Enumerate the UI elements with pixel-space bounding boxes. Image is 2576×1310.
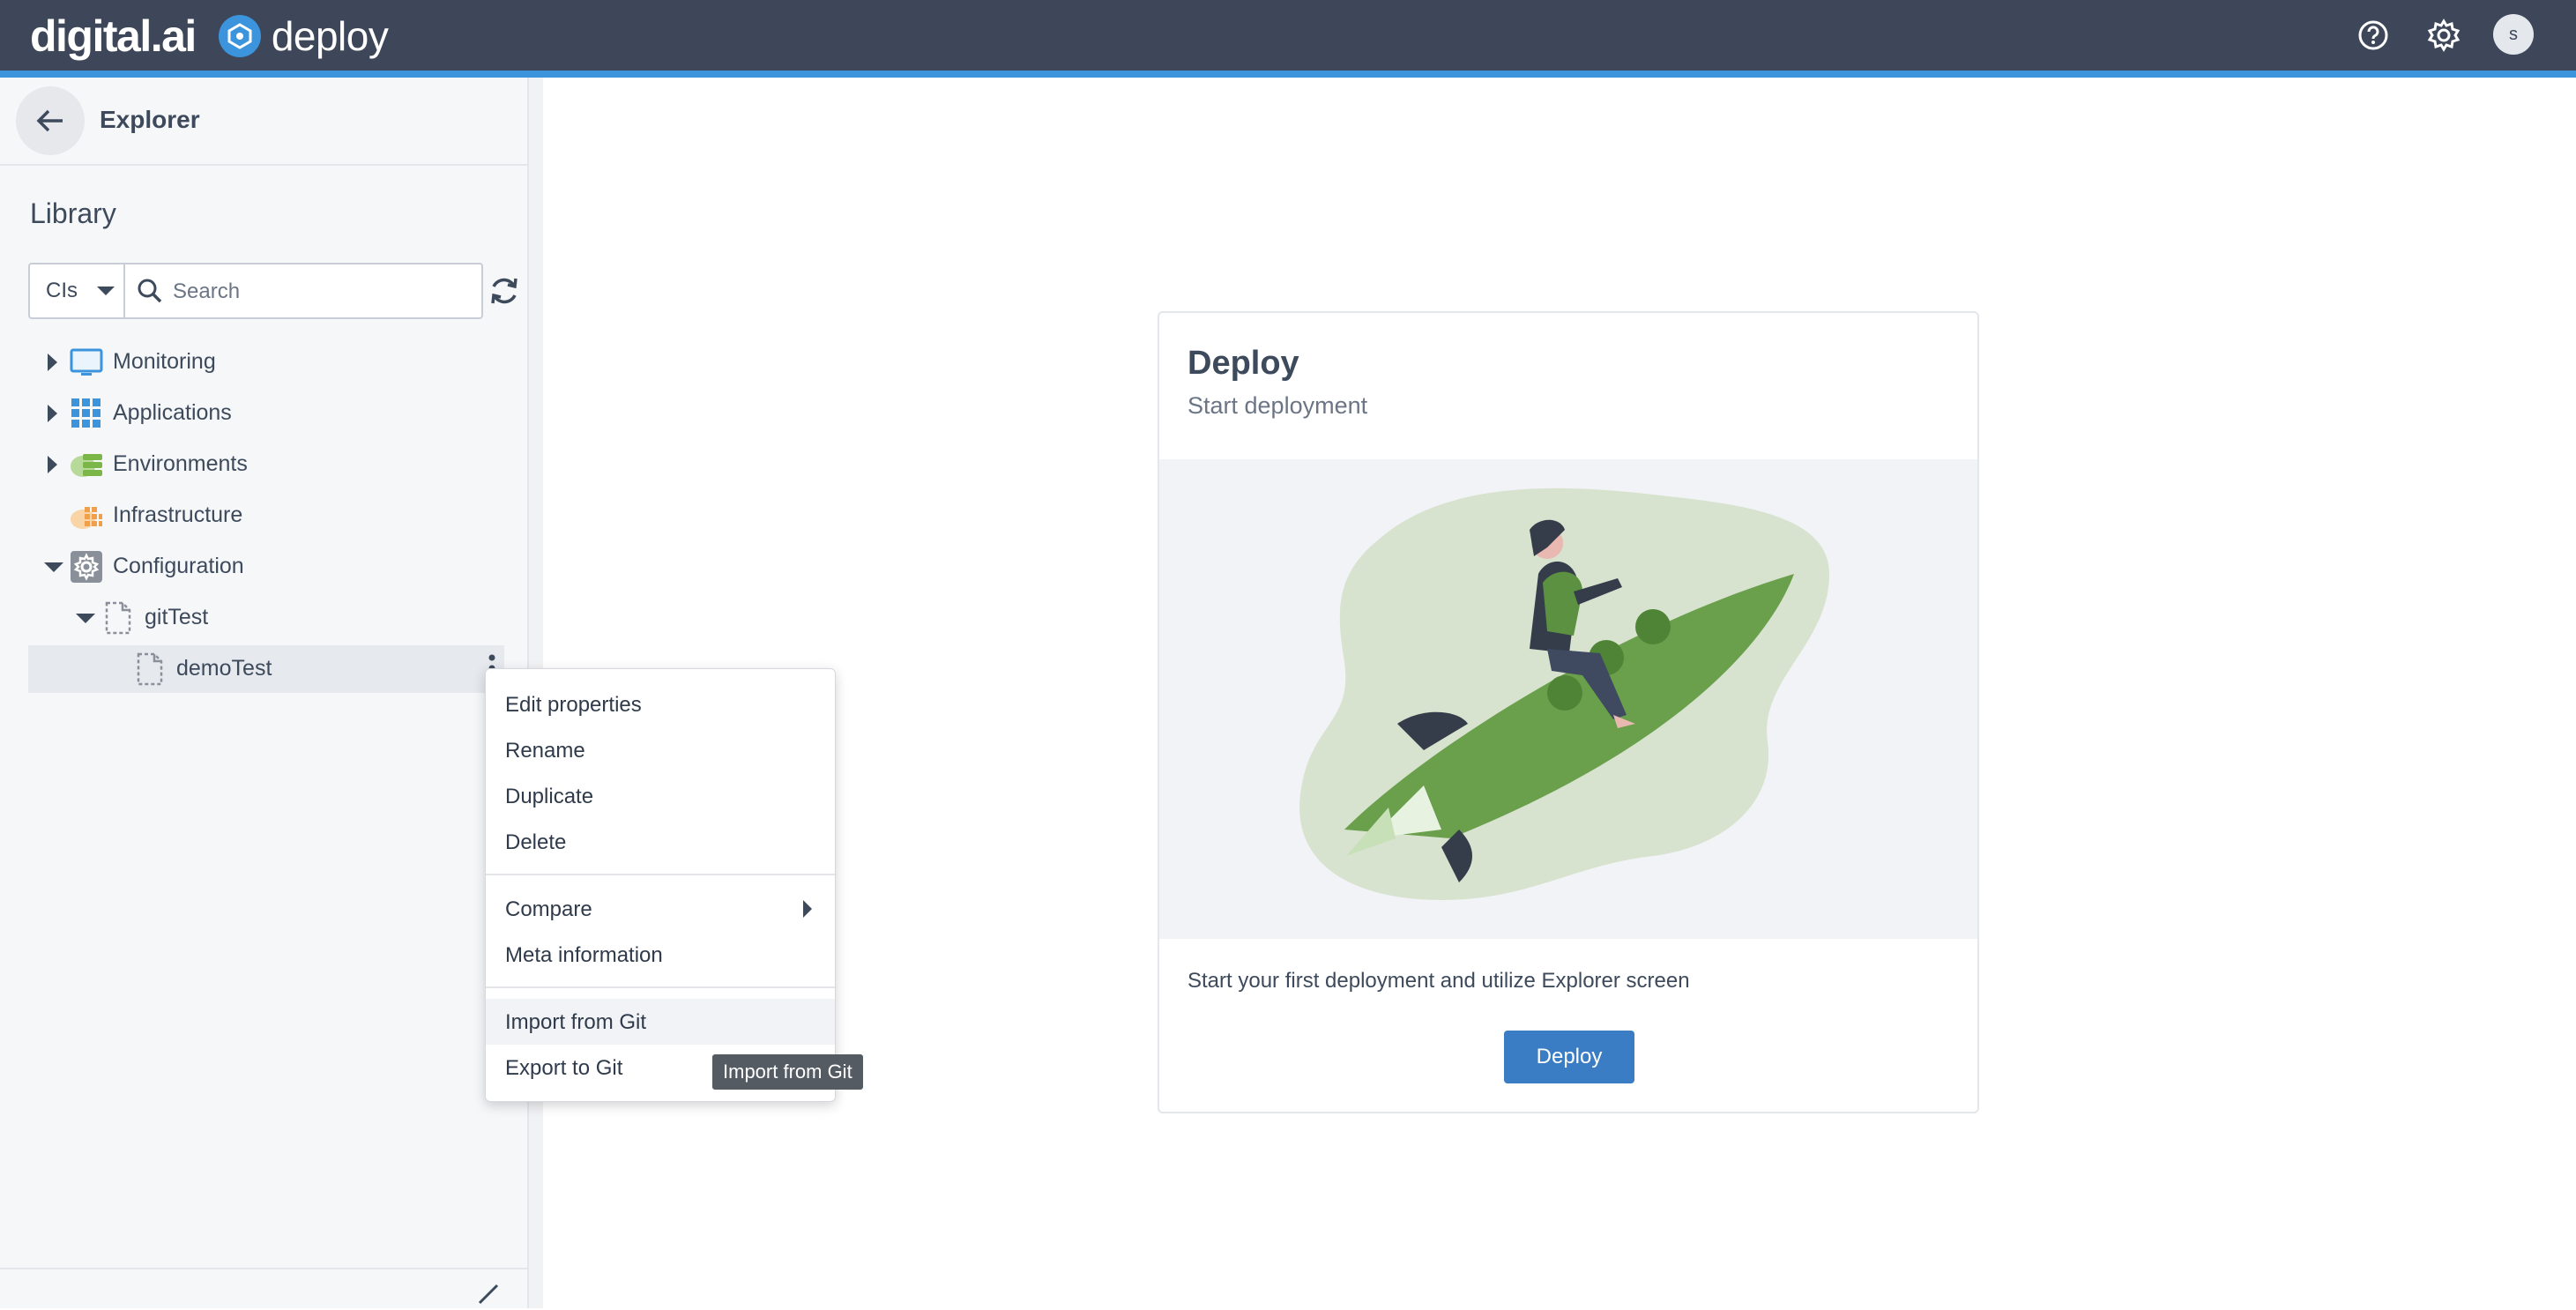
card-title: Deploy bbox=[1187, 345, 1299, 382]
explorer-title: Explorer bbox=[100, 106, 200, 133]
menu-item-label: Duplicate bbox=[505, 785, 594, 808]
user-avatar[interactable]: s bbox=[2493, 14, 2534, 55]
brand-logo[interactable]: digital.ai deploy bbox=[30, 5, 389, 67]
rocket-rider-illustration bbox=[1299, 488, 1829, 900]
illustration-panel bbox=[1159, 459, 1977, 939]
tree-item-monitoring[interactable]: Monitoring bbox=[28, 339, 504, 386]
menu-item-edit-properties[interactable]: Edit properties bbox=[486, 681, 835, 727]
menu-divider bbox=[486, 986, 835, 988]
back-button[interactable] bbox=[16, 86, 85, 155]
tree-item-label: Monitoring bbox=[113, 349, 216, 374]
library-filter: CIs bbox=[28, 263, 483, 319]
deploy-logo-icon bbox=[218, 15, 261, 57]
tree-item-environments[interactable]: Environments bbox=[28, 441, 504, 488]
header-accent-line bbox=[0, 71, 2576, 78]
monitor-icon bbox=[70, 348, 103, 376]
context-menu: Edit properties Rename Duplicate Delete … bbox=[485, 668, 836, 1102]
tree-item-demotest[interactable]: demoTest bbox=[28, 645, 504, 693]
file-dashed-icon bbox=[137, 652, 163, 686]
refresh-icon[interactable] bbox=[487, 273, 522, 309]
tree-item-label: demoTest bbox=[176, 656, 272, 681]
search-icon bbox=[138, 279, 162, 303]
tree-item-applications[interactable]: Applications bbox=[28, 390, 504, 437]
menu-item-label: Edit properties bbox=[505, 693, 642, 717]
menu-item-compare[interactable]: Compare bbox=[486, 886, 835, 932]
caret-right-icon[interactable] bbox=[48, 456, 57, 473]
deploy-button[interactable]: Deploy bbox=[1504, 1031, 1634, 1083]
tree-item-configuration[interactable]: Configuration bbox=[28, 543, 504, 591]
menu-item-rename[interactable]: Rename bbox=[486, 727, 835, 773]
ci-type-selected: CIs bbox=[46, 279, 78, 302]
caret-down-icon[interactable] bbox=[44, 562, 63, 572]
menu-item-label: Delete bbox=[505, 830, 567, 854]
arrow-left-icon bbox=[36, 109, 63, 132]
tree-item-label: Configuration bbox=[113, 554, 244, 578]
explorer-header: Explorer bbox=[0, 78, 527, 166]
menu-divider bbox=[486, 874, 835, 875]
menu-item-label: Export to Git bbox=[505, 1056, 623, 1080]
brand-company-name: digital.ai bbox=[30, 11, 197, 61]
chevron-down-icon bbox=[97, 287, 115, 295]
menu-item-label: Meta information bbox=[505, 943, 663, 967]
configuration-gear-icon bbox=[71, 551, 102, 583]
tree-item-label: Applications bbox=[113, 400, 232, 425]
tree-item-label: Environments bbox=[113, 451, 248, 476]
apps-grid-icon bbox=[71, 398, 101, 428]
collapse-handle-icon[interactable] bbox=[476, 1282, 501, 1306]
menu-item-import-from-git[interactable]: Import from Git bbox=[486, 999, 835, 1045]
explorer-sidebar: Explorer Library CIs Monitoring Applicat… bbox=[0, 78, 529, 1308]
search-input[interactable] bbox=[171, 272, 474, 312]
tree-item-label: gitTest bbox=[145, 605, 209, 629]
menu-item-meta-information[interactable]: Meta information bbox=[486, 932, 835, 978]
tree-item-label: Infrastructure bbox=[113, 502, 243, 527]
menu-item-duplicate[interactable]: Duplicate bbox=[486, 773, 835, 819]
card-subtitle: Start deployment bbox=[1187, 392, 1368, 419]
menu-item-delete[interactable]: Delete bbox=[486, 819, 835, 865]
menu-item-label: Rename bbox=[505, 739, 585, 763]
tree-item-infrastructure[interactable]: Infrastructure bbox=[28, 492, 504, 540]
caret-right-icon[interactable] bbox=[48, 405, 57, 422]
tooltip: Import from Git bbox=[712, 1054, 863, 1090]
menu-item-label: Compare bbox=[505, 897, 592, 921]
help-circle-icon[interactable] bbox=[2352, 14, 2394, 56]
caret-right-icon[interactable] bbox=[48, 354, 57, 371]
infrastructure-icon bbox=[71, 507, 102, 529]
menu-item-label: Import from Git bbox=[505, 1010, 647, 1034]
caret-right-icon bbox=[803, 900, 812, 918]
environments-icon bbox=[71, 454, 102, 477]
gear-icon[interactable] bbox=[2423, 14, 2465, 56]
caret-down-icon[interactable] bbox=[76, 614, 95, 623]
top-navigation-bar: digital.ai deploy s bbox=[0, 0, 2576, 71]
sidebar-footer bbox=[0, 1268, 527, 1310]
card-description: Start your first deployment and utilize … bbox=[1187, 969, 1690, 993]
deploy-card: Deploy Start deployment Start your first… bbox=[1158, 311, 1979, 1113]
ci-type-select[interactable]: CIs bbox=[30, 264, 125, 317]
library-title: Library bbox=[30, 197, 116, 229]
tree-item-gittest[interactable]: gitTest bbox=[28, 594, 504, 642]
brand-product-name: deploy bbox=[271, 13, 389, 59]
file-dashed-icon bbox=[105, 601, 131, 635]
